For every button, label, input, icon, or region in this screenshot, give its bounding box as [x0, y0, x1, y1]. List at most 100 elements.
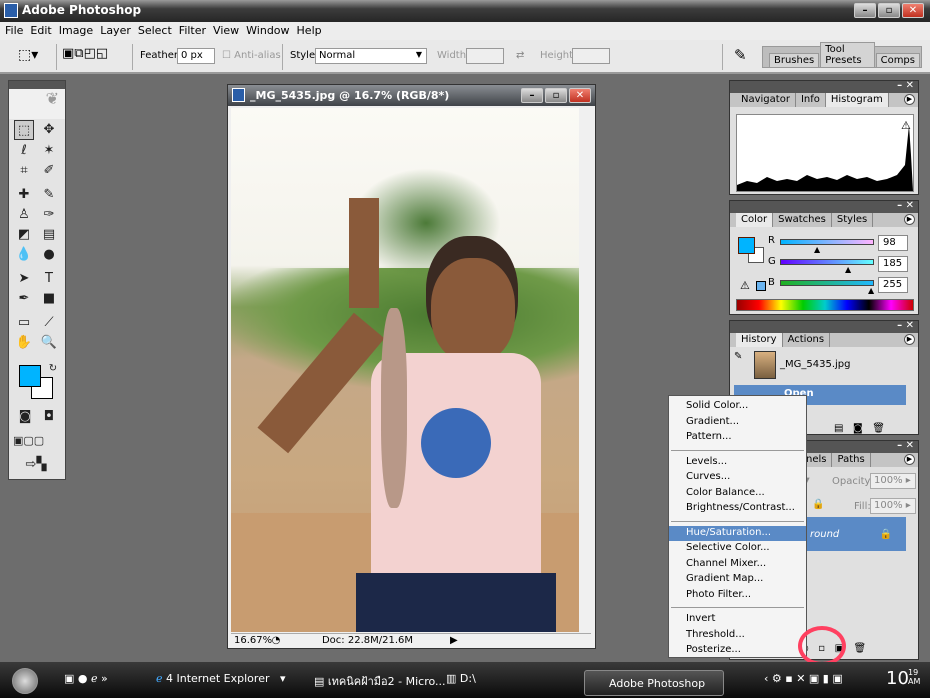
menu-item-curves[interactable]: Curves...: [669, 470, 806, 486]
taskbar-explorer[interactable]: ▥ D:\: [446, 672, 476, 685]
clock[interactable]: 10 19 AM: [886, 668, 920, 689]
tab-histogram[interactable]: Histogram: [825, 93, 889, 107]
taskbar-word[interactable]: ▤ เทคนิคฝ้ามือ2 - Micro...: [314, 672, 446, 690]
b-value-input[interactable]: 255: [878, 277, 908, 293]
menu-item-color-balance[interactable]: Color Balance...: [669, 486, 806, 502]
b-slider[interactable]: [780, 280, 874, 286]
menu-file[interactable]: File: [3, 22, 28, 40]
width-input[interactable]: [466, 48, 504, 64]
document-canvas-photo[interactable]: [231, 108, 579, 632]
r-slider-handle[interactable]: ▲: [814, 245, 820, 254]
path-select-icon[interactable]: ➤: [14, 269, 34, 289]
panel-close-icon[interactable]: – ✕: [897, 320, 914, 331]
marquee-tool-icon[interactable]: ⬚: [14, 120, 34, 140]
panel-menu-icon[interactable]: ▶: [904, 94, 915, 105]
healing-brush-icon[interactable]: ✚: [14, 185, 34, 205]
menu-item-pattern[interactable]: Pattern...: [669, 430, 806, 446]
lock-icon[interactable]: 🔒: [812, 499, 824, 510]
style-select[interactable]: Normal ▼: [315, 48, 427, 64]
magic-wand-icon[interactable]: ✶: [39, 141, 59, 161]
menu-select[interactable]: Select: [136, 22, 177, 40]
type-tool-icon[interactable]: T: [39, 269, 59, 289]
file-browser-icon[interactable]: ✎: [734, 46, 747, 64]
preview-icon[interactable]: ◔: [267, 635, 285, 646]
gamut-color-swatch[interactable]: [756, 281, 766, 291]
menu-item-selective-color[interactable]: Selective Color...: [669, 541, 806, 557]
crop-tool-icon[interactable]: ⌗: [14, 161, 34, 181]
panel-close-icon[interactable]: – ✕: [897, 440, 914, 451]
menu-item-solid-color[interactable]: Solid Color...: [669, 399, 806, 415]
brush-tool-icon[interactable]: ✎: [39, 185, 59, 205]
dodge-tool-icon[interactable]: ●: [39, 245, 59, 265]
notes-tool-icon[interactable]: ▭: [14, 313, 34, 333]
lasso-tool-icon[interactable]: ℓ: [14, 141, 34, 161]
eyedropper-icon[interactable]: ⟋: [39, 313, 59, 333]
menu-image[interactable]: Image: [57, 22, 98, 40]
screen-mode-icons[interactable]: ▣▢▢: [13, 431, 44, 451]
g-slider[interactable]: [780, 259, 874, 265]
g-slider-handle[interactable]: ▲: [845, 265, 851, 274]
tab-actions[interactable]: Actions: [783, 333, 831, 347]
menu-edit[interactable]: Edit: [28, 22, 56, 40]
panel-close-icon[interactable]: – ✕: [897, 200, 914, 211]
zoom-level-field[interactable]: 16.67%: [231, 635, 272, 646]
menu-item-brightness-contrast[interactable]: Brightness/Contrast...: [669, 501, 806, 517]
tab-styles[interactable]: Styles: [832, 213, 874, 227]
shape-tool-icon[interactable]: ■: [39, 289, 59, 309]
eraser-tool-icon[interactable]: ◩: [14, 225, 34, 245]
quick-launch-icons[interactable]: ▣ ● ℯ »: [64, 672, 108, 685]
swap-colors-icon[interactable]: ↻: [43, 359, 63, 379]
menu-help[interactable]: Help: [295, 22, 327, 40]
menu-item-hue-saturation[interactable]: Hue/Saturation...: [669, 525, 806, 541]
move-tool-icon[interactable]: ✥: [39, 120, 59, 140]
system-tray-icons[interactable]: ‹ ⚙ ▪ ✕ ▣ ▮ ▣: [764, 672, 843, 685]
status-menu-arrow-icon[interactable]: ▶: [450, 635, 458, 646]
tab-swatches[interactable]: Swatches: [773, 213, 832, 227]
standard-mode-icon[interactable]: ◙: [15, 407, 35, 427]
taskbar-ie[interactable]: ℯ 4 Internet Explorer ▾: [156, 672, 286, 685]
marquee-preset-icon[interactable]: ⬚▾: [18, 47, 38, 63]
quick-mask-icon[interactable]: ◘: [39, 407, 59, 427]
close-button[interactable]: ✕: [902, 3, 924, 18]
tab-history[interactable]: History: [736, 333, 783, 347]
panel-menu-icon[interactable]: ▶: [904, 214, 915, 225]
r-slider[interactable]: [780, 239, 874, 245]
menu-window[interactable]: Window: [244, 22, 294, 40]
foreground-color-swatch[interactable]: [19, 365, 41, 387]
opacity-field[interactable]: 100% ▸: [870, 473, 916, 489]
snapshot-label[interactable]: _MG_5435.jpg: [780, 359, 850, 370]
clone-stamp-icon[interactable]: ♙: [14, 205, 34, 225]
start-button[interactable]: [12, 668, 38, 694]
doc-close-button[interactable]: ✕: [569, 88, 591, 103]
menu-item-threshold[interactable]: Threshold...: [669, 628, 806, 644]
menu-item-channel-mixer[interactable]: Channel Mixer...: [669, 557, 806, 573]
tab-navigator[interactable]: Navigator: [736, 93, 796, 107]
well-tab-tool-presets[interactable]: Tool Presets: [820, 42, 875, 67]
well-tab-comps[interactable]: Comps: [875, 53, 920, 67]
selection-mode-icons[interactable]: ▣⧉◰◱: [62, 46, 108, 61]
panel-close-icon[interactable]: – ✕: [897, 80, 914, 91]
panel-menu-icon[interactable]: ▶: [904, 454, 915, 465]
fg-color-swatch[interactable]: [738, 237, 755, 254]
document-title-bar[interactable]: _MG_5435.jpg @ 16.7% (RGB/8*) – ▫ ✕: [228, 85, 595, 106]
restore-button[interactable]: ▫: [878, 3, 900, 18]
g-value-input[interactable]: 185: [878, 256, 908, 272]
doc-maximize-button[interactable]: ▫: [545, 88, 567, 103]
pen-tool-icon[interactable]: ✒: [14, 289, 34, 309]
color-ramp[interactable]: [736, 299, 914, 311]
doc-minimize-button[interactable]: –: [521, 88, 543, 103]
minimize-button[interactable]: –: [854, 3, 876, 18]
menu-item-photo-filter[interactable]: Photo Filter...: [669, 588, 806, 604]
jump-to-imageready-icon[interactable]: ⇨▚: [15, 455, 57, 475]
b-slider-handle[interactable]: ▲: [868, 286, 874, 295]
gamut-warning-icon[interactable]: ⚠: [740, 279, 750, 292]
history-brush-icon[interactable]: ✑: [39, 205, 59, 225]
tab-color[interactable]: Color: [736, 213, 774, 227]
menu-item-invert[interactable]: Invert: [669, 612, 806, 628]
history-footer-icons[interactable]: ▤ ◙ 🗑: [834, 423, 885, 434]
menu-filter[interactable]: Filter: [177, 22, 211, 40]
slice-tool-icon[interactable]: ✐: [39, 161, 59, 181]
menu-item-posterize[interactable]: Posterize...: [669, 643, 806, 659]
panel-menu-icon[interactable]: ▶: [904, 334, 915, 345]
menu-item-levels[interactable]: Levels...: [669, 455, 806, 471]
